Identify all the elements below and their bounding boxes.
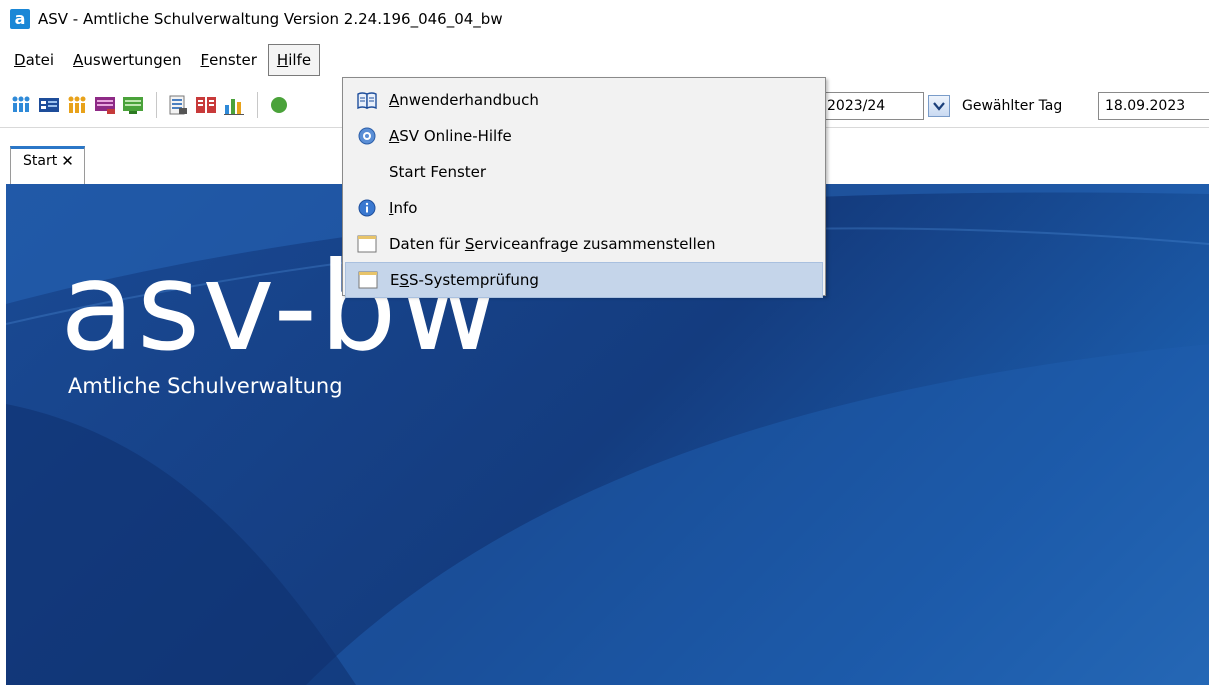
lessons-icon[interactable] <box>122 94 144 116</box>
selected-day-field[interactable]: 18.09.2023 <box>1098 92 1209 120</box>
window-title: ASV - Amtliche Schulverwaltung Version 2… <box>38 10 503 28</box>
menu-item-serviceanfrage[interactable]: Daten für Serviceanfrage zusammenstellen <box>345 226 823 262</box>
menu-hilfe[interactable]: Hilfe <box>267 44 321 76</box>
toolbar-separator <box>257 92 258 118</box>
students-icon[interactable] <box>10 94 32 116</box>
courses-icon[interactable] <box>94 94 116 116</box>
menu-item-start-fenster[interactable]: Start Fenster <box>345 154 823 190</box>
menu-datei[interactable]: Datei <box>6 45 62 75</box>
menu-auswertungen[interactable]: Auswertungen <box>65 45 189 75</box>
menu-bar: Datei Auswertungen Fenster Hilfe <box>0 42 1209 78</box>
school-year-select[interactable]: 2023/24 <box>820 92 924 120</box>
statistics-icon[interactable] <box>223 94 245 116</box>
classes-icon[interactable] <box>38 94 60 116</box>
tab-label: Start <box>23 153 58 169</box>
logo-subtitle: Amtliche Schulverwaltung <box>68 374 343 398</box>
info-icon <box>357 198 377 218</box>
report-icon[interactable] <box>167 94 189 116</box>
menu-item-asv-online-hilfe[interactable]: ASV Online-Hilfe <box>345 118 823 154</box>
menu-item-anwenderhandbuch[interactable]: Anwenderhandbuch <box>345 82 823 118</box>
menu-item-info[interactable]: Info <box>345 190 823 226</box>
window-icon <box>357 234 377 254</box>
help-icon <box>357 126 377 146</box>
menu-fenster[interactable]: Fenster <box>192 45 264 75</box>
list-report-icon[interactable] <box>195 94 217 116</box>
window-icon <box>358 270 378 290</box>
hilfe-menu: Anwenderhandbuch ASV Online-Hilfe Start … <box>342 77 826 298</box>
selected-day-label: Gewählter Tag <box>962 98 1063 114</box>
menu-item-ess-systempruefung[interactable]: ESS-Systemprüfung <box>345 262 823 298</box>
teachers-icon[interactable] <box>66 94 88 116</box>
app-logo-icon: a <box>10 9 30 29</box>
refresh-icon[interactable] <box>268 94 290 116</box>
book-icon <box>357 90 377 110</box>
close-icon[interactable]: ✕ <box>61 153 74 169</box>
toolbar-icons <box>10 92 296 118</box>
tab-start[interactable]: Start ✕ <box>10 146 85 184</box>
title-bar: a ASV - Amtliche Schulverwaltung Version… <box>0 0 1209 38</box>
toolbar-separator <box>156 92 157 118</box>
chevron-down-icon[interactable] <box>928 95 950 117</box>
